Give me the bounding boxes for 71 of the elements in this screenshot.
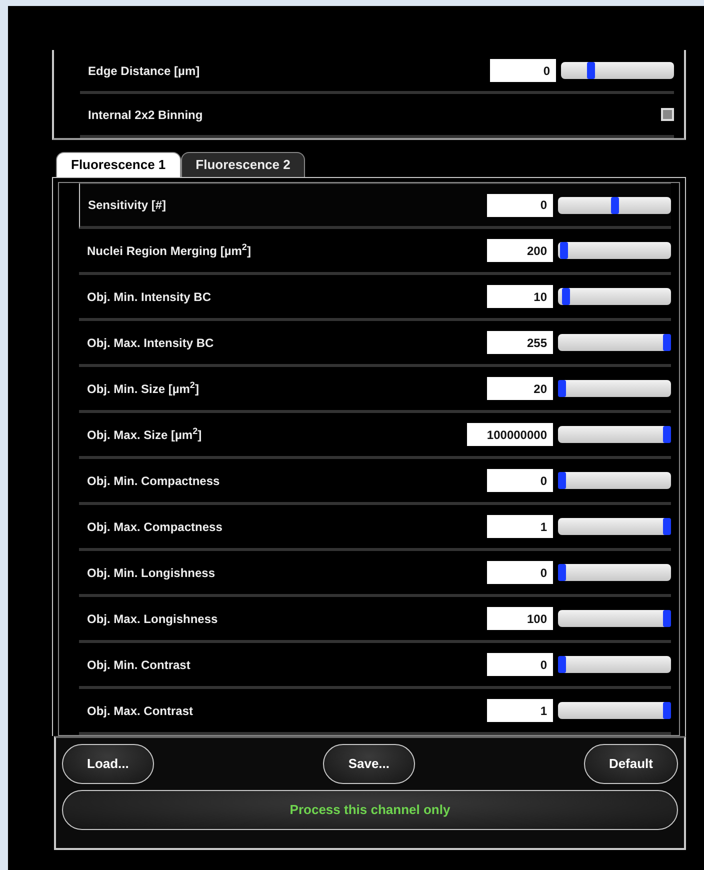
slider-thumb[interactable] bbox=[558, 472, 566, 489]
parameter-label: Obj. Min. Size [µm$^{2}$] bbox=[87, 380, 200, 398]
slider-thumb[interactable] bbox=[663, 518, 671, 535]
slider-thumb[interactable] bbox=[560, 242, 568, 259]
parameter-label: Obj. Max. Size [µm$^{2}$] bbox=[87, 426, 203, 444]
slider-track[interactable] bbox=[558, 426, 671, 443]
input-field[interactable]: 0 bbox=[487, 561, 553, 584]
slider-thumb[interactable] bbox=[663, 610, 671, 627]
input-field[interactable]: 255 bbox=[487, 331, 553, 354]
tab[interactable]: Fluorescence 2 bbox=[180, 152, 306, 177]
input-field[interactable]: 0 bbox=[490, 59, 556, 82]
tab[interactable]: Fluorescence 1 bbox=[56, 152, 181, 177]
parameter-label: Sensitivity [#] bbox=[88, 197, 168, 214]
parameter-label: Obj. Min. Intensity BC bbox=[87, 288, 212, 306]
input-field[interactable]: 1 bbox=[487, 515, 553, 538]
input-field[interactable]: 0 bbox=[487, 194, 553, 216]
parameter-label: Obj. Min. Compactness bbox=[87, 472, 221, 490]
process-button[interactable]: Process this channel only bbox=[62, 790, 678, 830]
slider-track[interactable] bbox=[558, 518, 671, 535]
input-field[interactable]: 200 bbox=[487, 239, 553, 262]
slider-thumb[interactable] bbox=[562, 288, 570, 305]
parameter-row[interactable]: Obj. Max. Size [µm$^{2}$] 100000000 bbox=[79, 413, 671, 459]
parameter-row[interactable]: Obj. Min. Intensity BC 10 bbox=[79, 275, 671, 321]
input-field[interactable]: 100000000 bbox=[467, 423, 553, 446]
button[interactable]: Load... bbox=[62, 744, 154, 784]
input-field[interactable]: 100 bbox=[487, 607, 553, 630]
parameter-label: Obj. Max. Intensity BC bbox=[87, 334, 215, 352]
input-field[interactable]: 0 bbox=[487, 469, 553, 492]
parameter-row[interactable]: Obj. Min. Contrast 0 bbox=[79, 643, 671, 689]
slider-thumb[interactable] bbox=[610, 196, 618, 214]
button[interactable]: Default bbox=[584, 744, 678, 784]
input-field[interactable]: 1 bbox=[487, 699, 553, 722]
parameter-row[interactable]: Obj. Min. Longishness 0 bbox=[79, 551, 671, 597]
parameter-label: Edge Distance [µm] bbox=[88, 62, 201, 80]
parameter-row[interactable]: Obj. Min. Compactness 0 bbox=[79, 459, 671, 505]
slider-thumb[interactable] bbox=[663, 702, 671, 719]
parameter-label: Nuclei Region Merging [µm$^{2}$] bbox=[87, 242, 252, 260]
parameter-label: Obj. Min. Contrast bbox=[87, 656, 192, 674]
slider-track[interactable] bbox=[558, 196, 671, 214]
slider-track[interactable] bbox=[558, 610, 671, 627]
parameter-row[interactable]: Nuclei Region Merging [µm$^{2}$] 200 bbox=[79, 229, 671, 275]
parameter-label: Obj. Min. Longishness bbox=[87, 564, 216, 582]
slider-thumb[interactable] bbox=[663, 426, 671, 443]
parameter-label: Obj. Max. Longishness bbox=[87, 610, 219, 628]
slider-track[interactable] bbox=[558, 242, 671, 259]
slider-thumb[interactable] bbox=[587, 62, 596, 79]
slider-track[interactable] bbox=[558, 702, 671, 719]
checkbox[interactable] bbox=[661, 108, 674, 121]
slider-thumb[interactable] bbox=[663, 334, 671, 351]
parameter-label: Obj. Max. Compactness bbox=[87, 518, 224, 536]
slider-track[interactable] bbox=[558, 564, 671, 581]
slider-track[interactable] bbox=[558, 380, 671, 397]
slider-thumb[interactable] bbox=[558, 564, 566, 581]
slider-track[interactable] bbox=[558, 472, 671, 489]
input-field[interactable]: 10 bbox=[487, 285, 553, 308]
slider-track[interactable] bbox=[558, 288, 671, 305]
parameter-row[interactable]: Sensitivity [#] 0 bbox=[79, 183, 671, 229]
parameter-label: Obj. Max. Contrast bbox=[87, 702, 194, 720]
button[interactable]: Save... bbox=[323, 744, 415, 784]
input-field[interactable]: 20 bbox=[487, 377, 553, 400]
parameter-label: Internal 2x2 Binning bbox=[88, 106, 204, 124]
parameter-row[interactable]: Obj. Max. Longishness 100 bbox=[79, 597, 671, 643]
parameter-row[interactable]: Obj. Max. Intensity BC 255 bbox=[79, 321, 671, 367]
slider-track[interactable] bbox=[558, 334, 671, 351]
input-field[interactable]: 0 bbox=[487, 653, 553, 676]
slider-track[interactable] bbox=[558, 656, 671, 673]
slider-thumb[interactable] bbox=[558, 380, 566, 397]
slider-track[interactable] bbox=[561, 62, 674, 79]
parameter-row[interactable]: Obj. Max. Compactness 1 bbox=[79, 505, 671, 551]
parameter-row[interactable]: Obj. Min. Size [µm$^{2}$] 20 bbox=[79, 367, 671, 413]
slider-thumb[interactable] bbox=[558, 656, 566, 673]
